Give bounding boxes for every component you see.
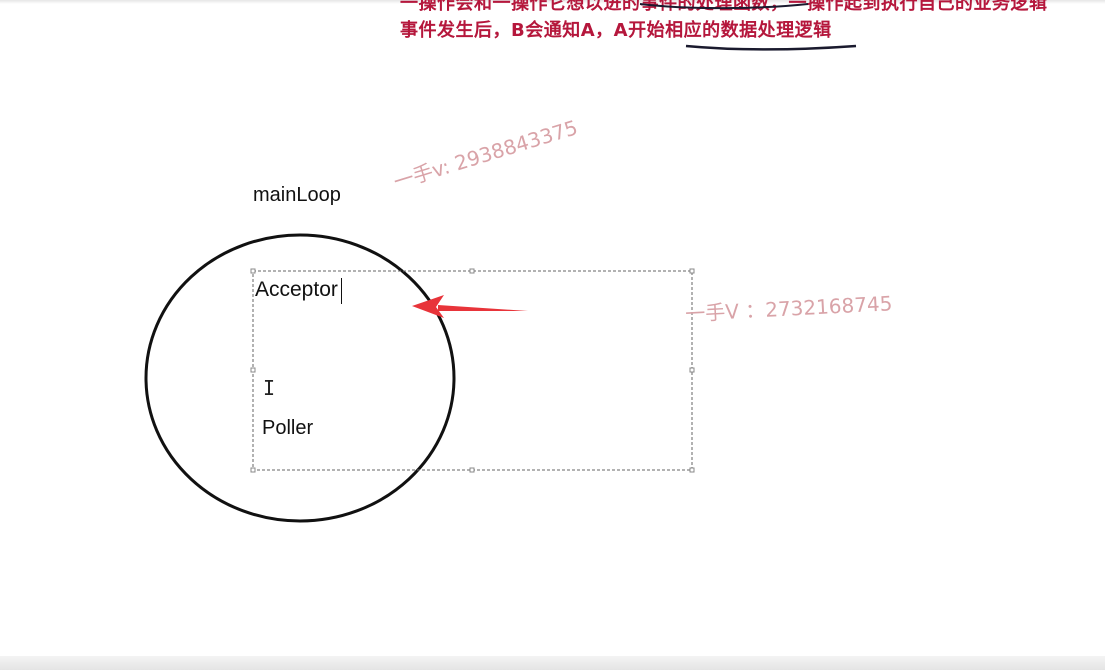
handle-mid-right bbox=[689, 367, 695, 373]
handle-top-right bbox=[689, 268, 695, 274]
poller-label[interactable]: Poller bbox=[262, 417, 313, 440]
underline-stroke-upper bbox=[639, 3, 809, 10]
diagram-drawing bbox=[144, 3, 857, 523]
ibeam-cursor-icon: I bbox=[263, 376, 276, 400]
handle-mid-left bbox=[250, 367, 256, 373]
handle-bottom-mid bbox=[469, 467, 475, 473]
handle-top-mid bbox=[469, 268, 475, 274]
acceptor-label[interactable]: Acceptor bbox=[255, 278, 338, 302]
underline-stroke-lower bbox=[685, 44, 857, 51]
slide-canvas: 一操作会和一操作它想以进的事件的处理函数，一操作起到执行自己的业务逻辑 事件发生… bbox=[0, 0, 1105, 670]
handle-top-left bbox=[250, 268, 256, 274]
handle-bottom-left bbox=[250, 467, 256, 473]
bottom-edge-bar bbox=[0, 656, 1105, 670]
handle-bottom-right bbox=[689, 467, 695, 473]
text-caret bbox=[341, 278, 342, 304]
red-arrow-shaft bbox=[438, 305, 528, 311]
